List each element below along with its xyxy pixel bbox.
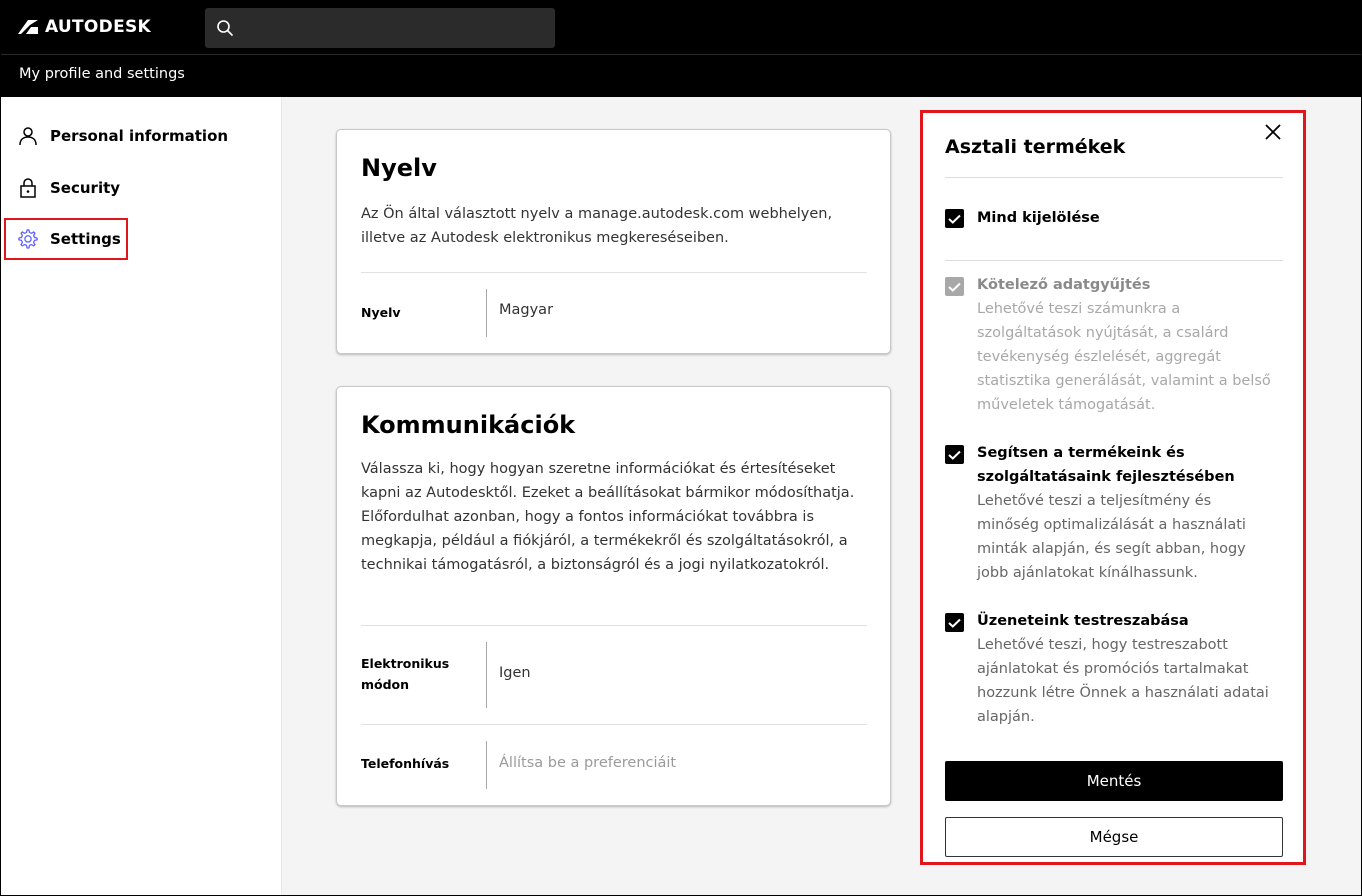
page-title: My profile and settings — [19, 66, 185, 82]
card-title: Nyelv — [361, 154, 437, 182]
option-label[interactable]: Segítsen a termékeink és szolgáltatásain… — [977, 441, 1277, 489]
phone-label: Telefonhívás — [361, 756, 450, 771]
checkmark-icon — [948, 450, 961, 460]
divider — [486, 642, 487, 708]
brand-name: AUTODESK — [45, 17, 152, 37]
sidebar-item-label: Settings — [50, 230, 121, 248]
checkmark-icon — [948, 214, 961, 224]
option-label[interactable]: Üzeneteink testreszabása — [977, 609, 1277, 633]
divider — [945, 177, 1283, 178]
card-title: Kommunikációk — [361, 411, 576, 439]
sidebar-item-personal-information[interactable]: Personal information — [4, 115, 264, 157]
search-icon — [217, 20, 233, 36]
improve-products-checkbox[interactable] — [945, 445, 964, 464]
divider — [945, 260, 1283, 261]
autodesk-logo-icon — [18, 20, 38, 34]
option-description: Lehetővé teszi számunkra a szolgáltatáso… — [977, 301, 1271, 413]
sidebar-item-label: Personal information — [50, 127, 229, 145]
card-description: Válassza ki, hogy hogyan szeretne inform… — [361, 461, 855, 573]
top-bar: AUTODESK — [0, 0, 1362, 55]
required-data-checkbox — [945, 277, 964, 296]
electronic-label: Elektronikus módon — [361, 656, 450, 692]
divider — [361, 724, 867, 725]
divider — [486, 289, 487, 337]
save-button[interactable]: Mentés — [945, 761, 1283, 801]
desktop-products-panel: Asztali termékek Mind kijelölése Kötelez… — [920, 110, 1306, 865]
language-value[interactable]: Magyar — [499, 302, 553, 318]
page-subheader: My profile and settings — [0, 55, 1362, 97]
person-icon — [16, 124, 40, 148]
gear-icon — [16, 227, 40, 251]
select-all-checkbox[interactable] — [945, 209, 964, 228]
phone-value[interactable]: Állítsa be a preferenciáit — [499, 755, 676, 771]
sidebar-item-label: Security — [50, 179, 121, 197]
checkmark-icon — [948, 282, 961, 292]
sidebar-item-security[interactable]: Security — [4, 167, 128, 209]
sidebar: Personal information Security Settings — [0, 97, 282, 896]
communications-card: Kommunikációk Válassza ki, hogy hogyan s… — [336, 386, 891, 806]
lock-icon — [16, 176, 40, 200]
language-card: Nyelv Az Ön által választott nyelv a man… — [336, 129, 891, 354]
search-input[interactable] — [205, 8, 555, 48]
close-button[interactable] — [1261, 120, 1285, 144]
close-icon — [1265, 124, 1281, 140]
option-description: Lehetővé teszi a teljesítmény és minőség… — [977, 493, 1246, 581]
personalize-messages-checkbox[interactable] — [945, 613, 964, 632]
option-description: Lehetővé teszi, hogy testreszabott ajánl… — [977, 637, 1269, 725]
cancel-button[interactable]: Mégse — [945, 817, 1283, 857]
main-content: Nyelv Az Ön által választott nyelv a man… — [282, 97, 920, 896]
select-all-label[interactable]: Mind kijelölése — [977, 206, 1277, 230]
option-label: Kötelező adatgyűjtés — [977, 277, 1151, 293]
language-label: Nyelv — [361, 305, 401, 320]
divider — [486, 741, 487, 789]
sidebar-item-settings[interactable]: Settings — [4, 218, 128, 260]
divider — [361, 625, 867, 626]
electronic-value[interactable]: Igen — [499, 665, 531, 681]
divider — [361, 272, 867, 273]
autodesk-logo[interactable]: AUTODESK — [17, 17, 151, 37]
checkmark-icon — [948, 618, 961, 628]
panel-title: Asztali termékek — [945, 136, 1126, 158]
card-description: Az Ön által választott nyelv a manage.au… — [361, 206, 833, 246]
